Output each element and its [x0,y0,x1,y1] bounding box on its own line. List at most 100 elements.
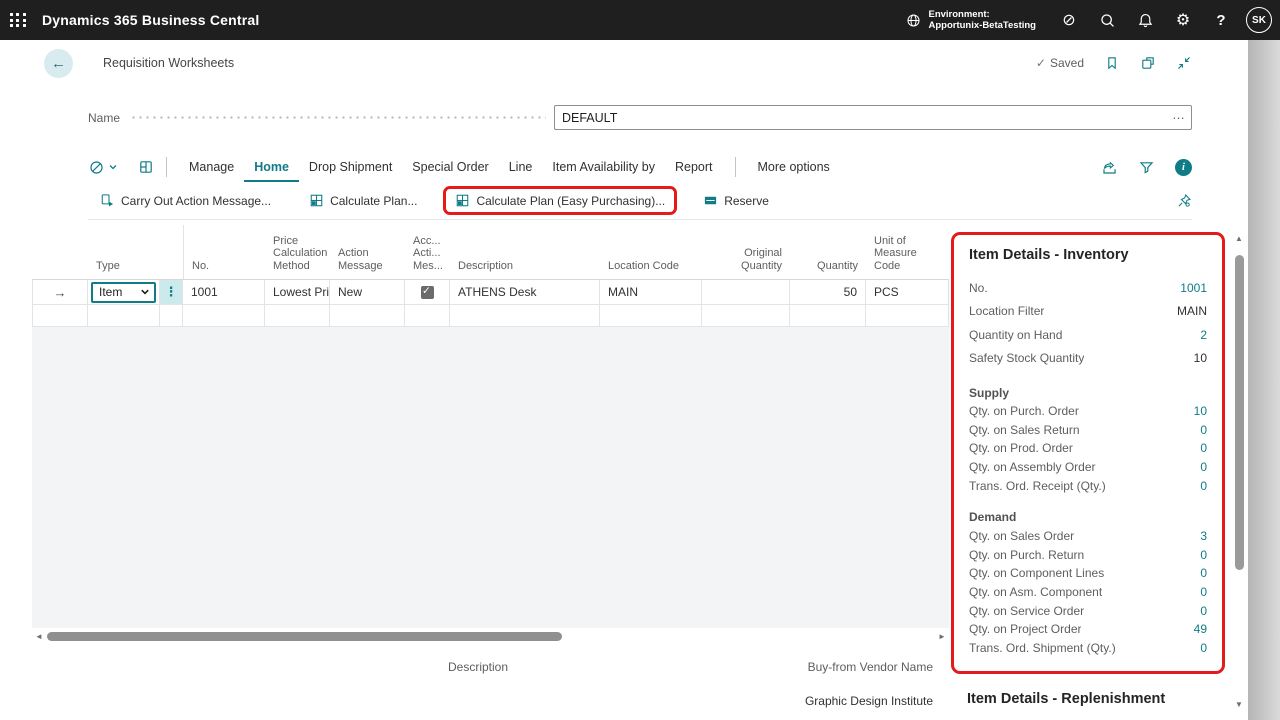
location-code-cell[interactable]: MAIN [600,280,702,305]
menu-item-report[interactable]: Report [665,152,723,182]
footer-vendor-label: Buy-from Vendor Name [808,660,933,674]
original-quantity-cell[interactable] [702,280,790,305]
column-header-price-calculation-method[interactable]: Price Calculation Method [265,235,330,280]
description-cell[interactable]: ATHENS Desk [450,280,600,305]
field-value-link[interactable]: 2 [1200,328,1207,342]
column-header-location-code[interactable]: Location Code [600,260,702,280]
more-options-button[interactable]: More options [748,152,840,182]
accept-action-checkbox[interactable] [421,286,434,299]
globe-icon [905,12,922,29]
column-header-action-message[interactable]: Action Message [330,247,405,279]
vertical-scrollbar[interactable]: ▲ ▼ [1231,233,1247,711]
factbox-title[interactable]: Item Details - Inventory [969,247,1207,263]
item-details-replenishment-header[interactable]: Item Details - Replenishment [967,691,1165,707]
unit-of-measure-code-cell[interactable]: PCS [866,280,949,305]
no-cell[interactable]: 1001 [183,280,265,305]
info-icon[interactable]: i [1175,159,1192,176]
v-scroll-track[interactable] [1231,245,1247,699]
type-select[interactable]: Item [91,282,156,303]
business-central-app: Dynamics 365 Business Central Environmen… [0,0,1280,720]
field-value-link[interactable]: 0 [1200,641,1207,655]
bookmark-icon[interactable] [1104,55,1120,71]
footer-vendor-value: Graphic Design Institute [805,694,933,708]
settings-icon[interactable]: ⚙ [1164,0,1202,40]
scroll-right-icon[interactable]: ► [935,632,949,641]
page-header: ← Requisition Worksheets ✓ Saved [44,48,1192,78]
collapse-icon[interactable] [1176,55,1192,71]
column-header-no[interactable]: No. [183,225,265,279]
column-header-accept-action-message[interactable]: Acc... Acti... Mes... [405,235,450,280]
scroll-left-icon[interactable]: ◄ [32,632,46,641]
scroll-down-icon[interactable]: ▼ [1235,699,1243,711]
column-header-description[interactable]: Description [450,260,600,280]
field-label: Qty. on Sales Order [969,529,1074,543]
table-row[interactable]: → Item ⋮ 1001 Lowest Price New ATHENS De… [32,280,949,305]
field-value-link[interactable]: 3 [1200,529,1207,543]
factbox-field: Qty. on Assembly Order 0 [969,458,1207,477]
dynamics365-icon[interactable]: ⊘ [1050,0,1088,40]
v-scroll-thumb[interactable] [1235,255,1244,570]
name-field-row: Name … [88,104,1192,131]
menu-item-manage[interactable]: Manage [179,152,244,182]
back-button[interactable]: ← [44,49,73,78]
notifications-icon[interactable] [1126,0,1164,40]
quantity-cell[interactable]: 50 [790,280,866,305]
menu-item-special-order[interactable]: Special Order [402,152,498,182]
column-header-unit-of-measure-code[interactable]: Unit of Measure Code [866,235,949,280]
field-value-link[interactable]: 0 [1200,566,1207,580]
menu-item-drop-shipment[interactable]: Drop Shipment [299,152,402,182]
field-value-link[interactable]: 0 [1200,585,1207,599]
menu-item-item-availability-by[interactable]: Item Availability by [542,152,665,182]
accept-action-message-cell[interactable] [405,280,450,305]
empty-table-row[interactable] [32,305,949,327]
requisition-lines-table: Type No. Price Calculation Method Action… [32,225,949,327]
field-label: Trans. Ord. Receipt (Qty.) [969,479,1106,493]
scroll-up-icon[interactable]: ▲ [1235,233,1243,245]
horizontal-scrollbar[interactable]: ◄ ► [32,628,949,644]
column-header-original-quantity[interactable]: Original Quantity [702,247,790,279]
search-icon[interactable] [1088,0,1126,40]
board-icon[interactable] [138,159,154,175]
field-label: No. [969,281,988,295]
price-calculation-method-cell[interactable]: Lowest Price [265,280,330,305]
field-value-link[interactable]: 10 [1194,404,1207,418]
environment-label: Environment: [929,9,1037,20]
user-avatar[interactable]: SK [1246,7,1272,33]
calculate-plan-easy-purchasing-button[interactable]: Calculate Plan (Easy Purchasing)... [443,186,677,215]
menu-item-home[interactable]: Home [244,152,299,182]
field-value-link[interactable]: 0 [1200,548,1207,562]
filter-icon[interactable] [1138,159,1155,176]
field-value-link[interactable]: 0 [1200,460,1207,474]
column-header-type[interactable]: Type [88,260,183,280]
field-value-link[interactable]: 49 [1194,622,1207,636]
lookup-ellipsis-button[interactable]: … [1172,107,1185,122]
field-value-link[interactable]: 0 [1200,441,1207,455]
menu-item-line[interactable]: Line [499,152,543,182]
environment-info[interactable]: Environment: Apportunix-BetaTesting [905,9,1037,31]
column-header-quantity[interactable]: Quantity [790,260,866,280]
row-options-button[interactable]: ⋮ [160,280,183,305]
share-icon[interactable] [1101,159,1118,176]
pin-icon[interactable] [1176,193,1192,209]
dynamics365-menu-icon[interactable] [88,159,118,176]
app-launcher-icon[interactable] [0,0,36,40]
action-message-cell[interactable]: New [330,280,405,305]
field-value-link[interactable]: 0 [1200,423,1207,437]
calculate-plan-button[interactable]: Calculate Plan... [297,186,429,215]
carry-out-action-message-button[interactable]: Carry Out Action Message... [88,186,283,215]
h-scroll-thumb[interactable] [47,632,562,641]
field-value-link[interactable]: 0 [1200,479,1207,493]
row-marker-icon: → [32,280,88,305]
dots-vertical-icon: ⋮ [165,284,178,300]
h-scroll-track[interactable] [46,628,935,644]
open-in-new-window-icon[interactable] [1140,55,1156,71]
item-details-inventory-factbox: Item Details - Inventory No. 1001 Locati… [951,232,1225,674]
name-input[interactable] [554,105,1192,130]
field-value-link[interactable]: 0 [1200,604,1207,618]
worksheet-empty-area [32,327,949,628]
help-icon[interactable]: ? [1202,0,1240,40]
reserve-button[interactable]: Reserve [691,186,781,215]
supply-section-header: Supply [969,383,1207,402]
calculate-plan-icon [455,193,470,208]
field-value-link[interactable]: 1001 [1180,281,1207,295]
